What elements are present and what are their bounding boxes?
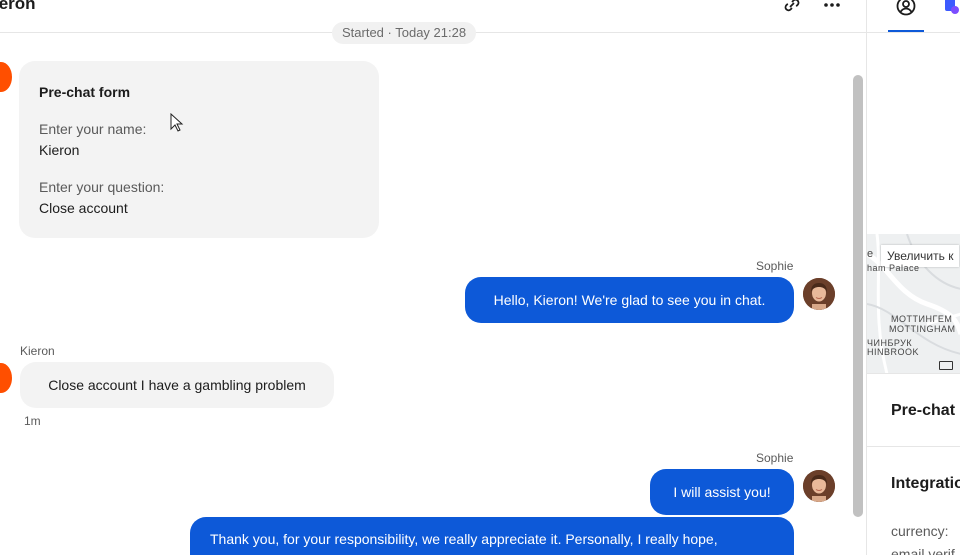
agent-message: Hello, Kieron! We're glad to see you in … — [465, 277, 794, 323]
message-sender: Sophie — [756, 451, 794, 465]
prechat-question-label: Enter your question: — [39, 179, 165, 195]
customer-avatar — [0, 62, 12, 92]
agent-avatar — [803, 278, 835, 310]
message-sender: Kieron — [20, 344, 55, 358]
chat-started-label: Started · Today 21:28 — [332, 22, 477, 44]
message-sender: Sophie — [756, 259, 794, 273]
email-verified-label: email verif — [891, 546, 955, 555]
agent-avatar — [803, 470, 835, 502]
prechat-question-answer: Close account — [39, 200, 128, 216]
chat-scrollbar-thumb[interactable] — [853, 75, 863, 517]
link-icon[interactable] — [781, 0, 803, 16]
keyboard-icon[interactable] — [939, 361, 953, 370]
prechat-form-title: Pre-chat form — [39, 84, 131, 100]
agent-message: I will assist you! — [650, 469, 794, 515]
location-map[interactable]: Увеличить к e ham Palace МОТТИНГЕМ MOTTI… — [867, 234, 960, 374]
chat-transcript[interactable]: Pre-chat form Enter your name: Kieron En… — [0, 33, 850, 555]
agent-message: Thank you, for your responsibility, we r… — [190, 517, 794, 555]
map-label: MOTTINGHAM — [889, 324, 956, 334]
currency-label: currency: — [891, 523, 949, 539]
message-time: 1m — [24, 414, 41, 428]
customer-avatar — [0, 363, 12, 393]
details-panel: Увеличить к e ham Palace МОТТИНГЕМ MOTTI… — [866, 0, 960, 555]
prechat-name-question: Enter your name: — [39, 121, 147, 137]
map-label: ham Palace — [867, 263, 920, 273]
user-circle-icon[interactable] — [895, 0, 917, 17]
mouse-cursor-icon — [170, 113, 184, 132]
more-horizontal-icon[interactable] — [821, 0, 843, 16]
prechat-form-card: Pre-chat form Enter your name: Kieron En… — [19, 61, 379, 238]
section-divider — [867, 446, 960, 447]
customer-message: Close account I have a gambling problem — [20, 362, 334, 408]
map-label: МОТТИНГЕМ — [891, 314, 953, 324]
chat-title: ieron — [0, 0, 36, 13]
tabs-divider — [867, 32, 960, 33]
map-label: e — [867, 248, 874, 260]
integrations-section-title[interactable]: Integratio — [891, 475, 960, 493]
map-label: HINBROOK — [867, 347, 920, 357]
prechat-name-answer: Kieron — [39, 142, 80, 158]
app-icon[interactable] — [943, 0, 960, 17]
prechat-section-title[interactable]: Pre-chat — [891, 402, 955, 420]
